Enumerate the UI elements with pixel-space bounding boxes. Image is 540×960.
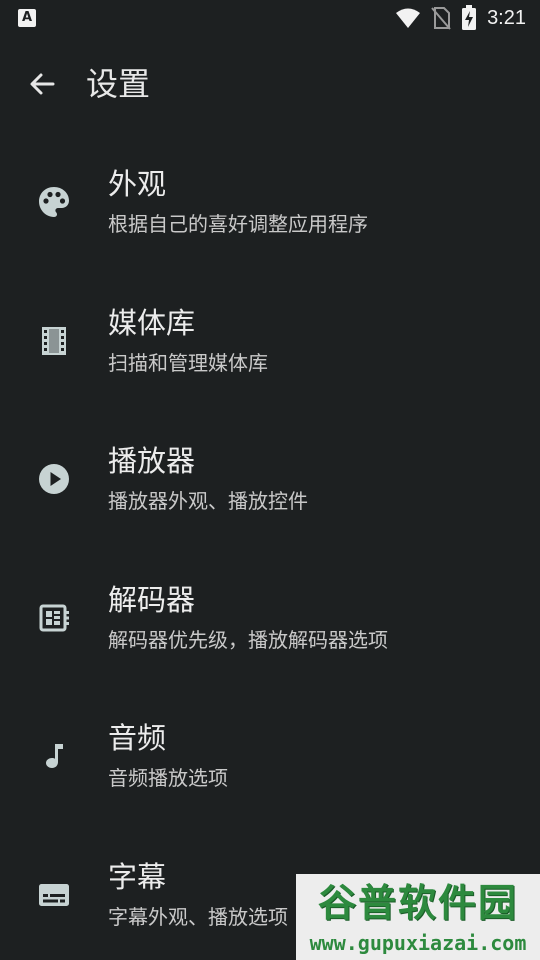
settings-item-media-library[interactable]: 媒体库 扫描和管理媒体库: [0, 269, 540, 408]
watermark-logo: 谷普软件园: [317, 881, 518, 925]
settings-item-subtitle: 解码器优先级，播放解码器选项: [108, 627, 388, 652]
settings-item-title: 解码器: [108, 582, 196, 617]
settings-item-player[interactable]: 播放器 播放器外观、播放控件: [0, 407, 540, 546]
page-title: 设置: [86, 65, 151, 103]
no-sim-icon: [431, 7, 451, 30]
settings-item-title: 媒体库: [108, 305, 196, 340]
settings-item-title: 音频: [108, 721, 167, 755]
app-notification-icon: A: [18, 9, 36, 27]
back-button[interactable]: [24, 66, 60, 102]
watermark-url: www.gupuxiazai.com: [309, 931, 527, 955]
settings-item-title: 字幕: [108, 859, 167, 894]
settings-item-subtitle: 播放器外观、播放控件: [108, 489, 308, 513]
settings-item-subtitle: 字幕外观、播放选项: [108, 904, 288, 929]
play-circle-icon: [39, 464, 69, 494]
settings-item-subtitle: 根据自己的喜好调整应用程序: [108, 212, 368, 236]
settings-item-decoder[interactable]: 解码器 解码器优先级，播放解码器选项: [0, 546, 540, 685]
watermark: 谷普软件园 www.gupuxiazai.com: [296, 874, 540, 960]
film-icon: [42, 326, 66, 355]
arrow-left-icon: [30, 73, 55, 95]
music-note-icon: [46, 744, 63, 768]
settings-item-appearance[interactable]: 外观 根据自己的喜好调整应用程序: [0, 130, 540, 269]
app-bar: 设置: [0, 48, 540, 120]
settings-item-title: 播放器: [108, 444, 196, 478]
palette-icon: [39, 187, 69, 217]
chip-icon: [39, 604, 69, 631]
subtitles-icon: [39, 883, 69, 906]
status-indicators: 3:21: [395, 5, 526, 31]
status-bar: A 3:21: [0, 0, 540, 36]
settings-item-audio[interactable]: 音频 音频播放选项: [0, 684, 540, 823]
wifi-icon: [396, 8, 421, 28]
settings-list: 外观 根据自己的喜好调整应用程序 媒体库 扫描和管理媒体库 播放器 播放器外观、…: [0, 130, 540, 960]
settings-item-title: 外观: [108, 167, 167, 201]
settings-item-subtitle: 音频播放选项: [108, 766, 228, 790]
settings-item-subtitle: 扫描和管理媒体库: [108, 350, 268, 375]
status-time: 3:21: [487, 6, 526, 29]
battery-charging-icon: [462, 5, 477, 30]
settings-screen: A 3:21 设置 外观 根据自己的喜好调整应用程序 媒体库 扫描和管理媒体库 …: [0, 0, 540, 960]
